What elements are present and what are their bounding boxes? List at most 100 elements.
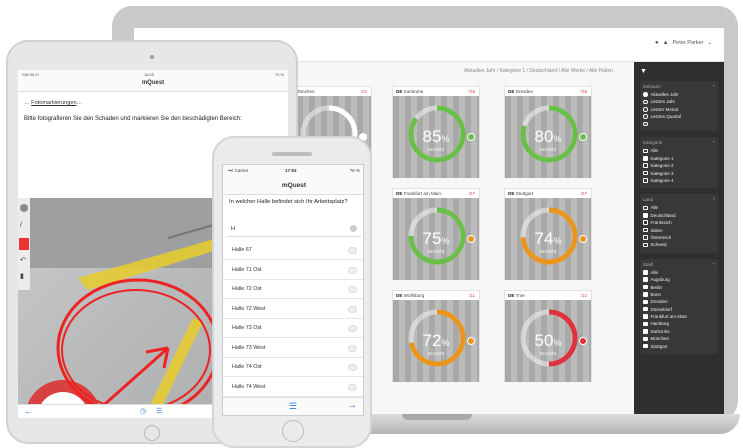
checkbox-icon[interactable] <box>643 292 648 297</box>
radio-icon[interactable] <box>643 92 648 97</box>
filter-option[interactable]: Alle <box>643 270 715 275</box>
radio-toggle-icon[interactable] <box>348 325 357 332</box>
radio-icon[interactable] <box>643 121 648 127</box>
help-icon[interactable]: ● <box>655 40 659 46</box>
radio-toggle-icon[interactable] <box>348 364 357 371</box>
phone-home-button[interactable] <box>282 420 304 442</box>
checkbox-icon[interactable] <box>643 329 648 334</box>
city-card[interactable]: DE Frankfurt am Main/07 75% Erreicht <box>392 188 480 280</box>
check-icon[interactable] <box>467 337 475 345</box>
filter-option[interactable]: Alle <box>643 205 715 210</box>
filter-option[interactable]: Frankfurt am Main <box>643 314 715 319</box>
filter-option[interactable]: Letztes Quartal <box>643 114 715 119</box>
filter-option[interactable]: Augsburg <box>643 277 715 282</box>
city-card[interactable]: DE Wolfsburg/11 72% Erreicht <box>392 290 480 382</box>
chevron-up-icon[interactable]: ^ <box>713 84 715 89</box>
filter-icon[interactable]: ▼ <box>640 68 718 75</box>
list-icon[interactable]: ☰ <box>289 401 297 412</box>
breadcrumb[interactable]: Aktuelles Jahr / Kategorie 1 / Deutschla… <box>464 68 613 74</box>
checkbox-icon[interactable] <box>643 148 648 154</box>
filter-option[interactable]: Deutschland <box>643 213 715 218</box>
checkbox-icon[interactable] <box>643 336 648 342</box>
filter-option[interactable]: Berlin <box>643 285 715 290</box>
radio-icon[interactable] <box>643 114 648 119</box>
back-link-label[interactable]: Fotomarkierungen <box>31 100 76 106</box>
filter-option[interactable]: Letztes Jahr <box>643 99 715 104</box>
option-item[interactable]: Halle 73 Ost <box>223 319 363 338</box>
warning-icon[interactable] <box>467 235 475 243</box>
circle-tool-icon[interactable] <box>20 204 28 212</box>
back-arrow-icon[interactable]: ← <box>24 406 33 416</box>
filter-option[interactable]: Kategorie 1 <box>643 156 715 161</box>
check-icon[interactable] <box>579 337 587 345</box>
checkbox-icon[interactable] <box>643 321 648 327</box>
option-item[interactable]: Halle 71 Ost <box>223 261 363 280</box>
undo-icon[interactable]: ↶ <box>20 256 26 264</box>
checkbox-icon[interactable] <box>643 156 648 161</box>
filter-option[interactable]: Kategorie 4 <box>643 178 715 183</box>
back-link[interactable]: … Fotomarkierungen… <box>24 100 82 106</box>
check-icon[interactable] <box>579 133 587 141</box>
option-item[interactable]: Halle 72 Ost <box>223 280 363 299</box>
checkbox-icon[interactable] <box>643 170 648 176</box>
user-menu[interactable]: ● ▲ Peter Parker ⌄ <box>655 40 712 46</box>
radio-toggle-icon[interactable] <box>348 286 357 293</box>
search-input[interactable]: H <box>227 221 361 237</box>
option-item[interactable]: Halle 67 <box>223 241 363 260</box>
info-icon[interactable]: ◷ <box>140 407 146 415</box>
radio-toggle-icon[interactable] <box>348 266 357 274</box>
checkbox-icon[interactable] <box>643 220 648 225</box>
radio-icon[interactable] <box>643 99 648 105</box>
checkbox-icon[interactable] <box>643 306 648 312</box>
checkbox-icon[interactable] <box>643 235 648 240</box>
clear-icon[interactable] <box>350 225 357 232</box>
filter-option[interactable]: München <box>643 336 715 341</box>
city-card[interactable]: DE Trier/12 50% Erreicht <box>504 290 592 382</box>
filter-option[interactable]: Dresden <box>643 299 715 304</box>
filter-option[interactable]: Italien <box>643 228 715 233</box>
filter-option[interactable]: Bonn <box>643 292 715 297</box>
list-icon[interactable]: ☰ <box>156 407 162 415</box>
filter-option[interactable]: Alle <box>643 148 715 153</box>
chevron-up-icon[interactable]: ^ <box>713 140 715 145</box>
option-item[interactable]: Halle 74 Ost <box>223 358 363 377</box>
checkbox-icon[interactable] <box>643 178 648 183</box>
filter-option[interactable]: Aktuelles Jahr <box>643 92 715 97</box>
filter-option[interactable]: Frankreich <box>643 220 715 225</box>
check-icon[interactable] <box>467 133 475 141</box>
checkbox-icon[interactable] <box>643 284 648 290</box>
filter-option[interactable]: Düsseldorf <box>643 307 715 312</box>
filter-option[interactable]: Österreich <box>643 235 715 240</box>
checkbox-icon[interactable] <box>643 270 648 275</box>
check-icon[interactable] <box>579 235 587 243</box>
filter-option[interactable]: Kategorie 3 <box>643 171 715 176</box>
city-card[interactable]: DE Stuttgart/07 74% Erreicht <box>504 188 592 280</box>
radio-toggle-icon[interactable] <box>348 344 357 352</box>
checkbox-icon[interactable] <box>643 163 648 168</box>
filter-option[interactable]: Schweiz <box>643 242 715 247</box>
checkbox-icon[interactable] <box>643 277 648 282</box>
filter-option[interactable]: Stuttgart <box>643 344 715 349</box>
filter-option[interactable]: Letzter Monat <box>643 107 715 112</box>
radio-icon[interactable] <box>643 107 648 112</box>
radio-toggle-icon[interactable] <box>348 383 357 391</box>
filter-option[interactable]: Hamburg <box>643 321 715 326</box>
radio-toggle-icon[interactable] <box>348 247 357 254</box>
checkbox-icon[interactable] <box>643 314 648 319</box>
checkbox-icon[interactable] <box>643 299 648 305</box>
checkbox-icon[interactable] <box>643 213 648 218</box>
delete-icon[interactable]: ▮ <box>20 272 24 280</box>
pen-tool-icon[interactable]: / <box>20 222 28 230</box>
checkbox-icon[interactable] <box>643 205 648 211</box>
filter-option[interactable] <box>643 121 715 127</box>
city-card[interactable]: DE Dresden/08 80% Erreicht <box>504 86 592 178</box>
filter-option[interactable]: Karlsruhe <box>643 329 715 334</box>
checkbox-icon[interactable] <box>643 343 648 349</box>
chevron-up-icon[interactable]: ^ <box>713 197 715 202</box>
option-item[interactable]: Halle 74 West <box>223 378 363 397</box>
color-tool-icon[interactable] <box>19 238 29 250</box>
tablet-home-button[interactable] <box>144 425 160 441</box>
checkbox-icon[interactable] <box>643 227 648 233</box>
radio-toggle-icon[interactable] <box>348 305 357 313</box>
option-item[interactable]: Halle 72 West <box>223 300 363 319</box>
